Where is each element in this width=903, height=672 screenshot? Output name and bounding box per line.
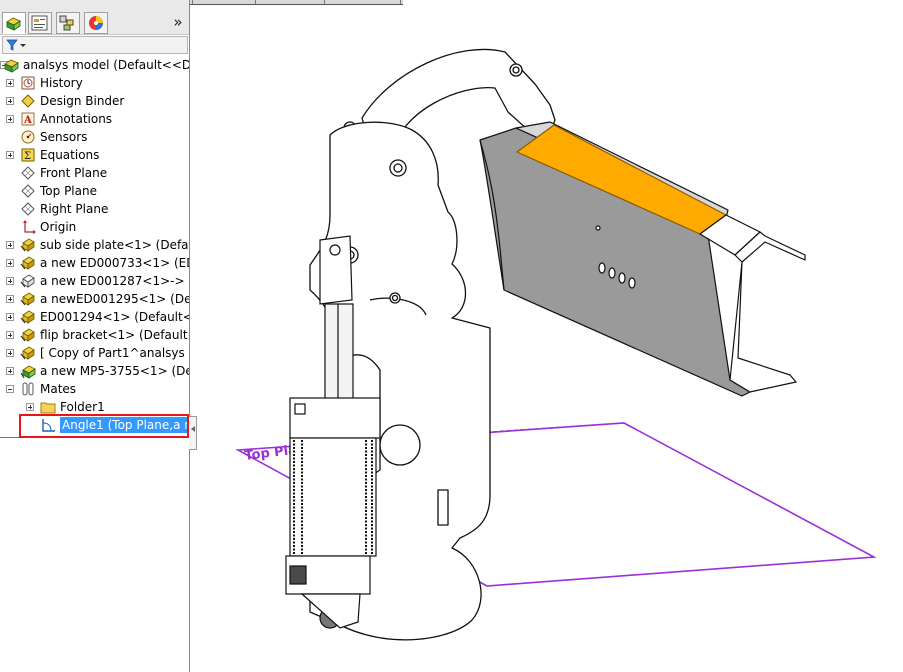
sensors-icon [20, 129, 36, 145]
tree-item[interactable]: sub side plate<1> (Default< [0, 236, 189, 254]
part-icon [20, 291, 36, 307]
expand-icon[interactable] [26, 403, 34, 411]
expand-icon[interactable] [6, 151, 14, 159]
tree-item-label: History [40, 76, 83, 90]
expand-tabs-chevron-icon[interactable]: » [170, 12, 186, 32]
tree-item-label: analsys model (Default<<Defa [23, 58, 189, 72]
mates-icon [20, 381, 36, 397]
tree-item-label: Front Plane [40, 166, 108, 180]
origin-icon [20, 219, 36, 235]
tree-item[interactable]: Sensors [0, 128, 189, 146]
manager-tab-bar: » [0, 0, 189, 35]
feature-manager-panel: » analsys model (Default<<Defa History Des… [0, 0, 197, 672]
tree-item-label: Origin [40, 220, 77, 234]
part-icon [20, 345, 36, 361]
design-binder-icon [20, 93, 36, 109]
tree-item-label: a new ED001287<1>-> x (ED [40, 274, 189, 288]
property-icon [31, 15, 48, 31]
tree-item[interactable]: a new MP5-3755<1> (Defau [0, 362, 189, 380]
propertymanager-tab[interactable] [28, 12, 52, 34]
tree-item[interactable]: ED001294<1> (Default<<De [0, 308, 189, 326]
assembly-icon [3, 57, 19, 73]
expand-icon[interactable] [6, 367, 14, 375]
plane-icon [20, 165, 36, 181]
expand-icon[interactable] [6, 331, 14, 339]
tree-item-label: sub side plate<1> (Default< [40, 238, 189, 252]
tree-item-label: flip bracket<1> (Default<<D [40, 328, 189, 342]
feature-tree-icon [6, 17, 21, 31]
part-icon [20, 327, 36, 343]
tree-item-label: ED001294<1> (Default<<De [40, 310, 189, 324]
tree-item[interactable]: a new ED001287<1>-> x (ED [0, 272, 189, 290]
svg-text:Σ: Σ [24, 151, 31, 162]
tree-item-label: Right Plane [40, 202, 109, 216]
displaymanager-tab[interactable] [84, 12, 108, 34]
tree-item-label: Design Binder [40, 94, 125, 108]
expand-icon[interactable] [6, 277, 14, 285]
folder-icon [40, 399, 56, 415]
filter-icon[interactable] [6, 38, 28, 52]
tree-item-label: a new MP5-3755<1> (Defau [40, 364, 189, 378]
tree-item[interactable]: flip bracket<1> (Default<<D [0, 326, 189, 344]
selected-item-highlight-outline [19, 414, 189, 438]
expand-icon[interactable] [6, 259, 14, 267]
tree-item-label: Annotations [40, 112, 113, 126]
tree-item[interactable]: [ Copy of Part1^analsys mo [0, 344, 189, 362]
tree-item[interactable]: a newED001295<1> (Defaul [0, 290, 189, 308]
tree-item[interactable]: Σ Equations [0, 146, 189, 164]
tree-item-label: Top Plane [40, 184, 97, 198]
expand-icon[interactable] [6, 241, 14, 249]
expand-icon[interactable] [6, 79, 14, 87]
tree-item[interactable]: Top Plane [0, 182, 189, 200]
part-icon [20, 255, 36, 271]
expand-icon[interactable] [6, 313, 14, 321]
tree-connector-line [0, 437, 19, 438]
tree-item[interactable]: analsys model (Default<<Defa [0, 56, 189, 74]
expand-icon[interactable] [6, 349, 14, 357]
tree-item[interactable]: History [0, 74, 189, 92]
configuration-icon [59, 15, 74, 31]
tree-item[interactable]: Front Plane [0, 164, 189, 182]
tree-item[interactable]: Design Binder [0, 92, 189, 110]
tree-item-label: [ Copy of Part1^analsys mo [40, 346, 189, 360]
expand-icon[interactable] [6, 97, 14, 105]
graphics-area[interactable]: Top Plane [190, 0, 903, 672]
tree-item-label: Mates [40, 382, 77, 396]
appearance-icon [89, 16, 103, 30]
expand-icon[interactable] [6, 295, 14, 303]
tree-item[interactable]: a new ED000733<1> (ED000 [0, 254, 189, 272]
tree-item[interactable]: Origin [0, 218, 189, 236]
annotations-icon: A [20, 111, 36, 127]
expand-icon[interactable] [6, 115, 14, 123]
collapse-icon[interactable] [6, 385, 14, 393]
part-icon-white [20, 273, 36, 289]
featuremanager-tab[interactable] [2, 12, 26, 34]
tree-item[interactable]: Right Plane [0, 200, 189, 218]
subassembly-icon [20, 363, 36, 379]
flip-bracket-part[interactable] [479, 121, 806, 397]
tree-item[interactable]: A Annotations [0, 110, 189, 128]
plane-icon [20, 183, 36, 199]
part-icon [20, 309, 36, 325]
tree-item-label: Sensors [40, 130, 88, 144]
svg-text:A: A [23, 115, 32, 126]
tree-item-label: Equations [40, 148, 100, 162]
tree-item-label: a new ED000733<1> (ED000 [40, 256, 189, 270]
tree-item[interactable]: Mates [0, 380, 189, 398]
history-icon [20, 75, 36, 91]
plane-icon [20, 201, 36, 217]
tree-item-label: a newED001295<1> (Defaul [40, 292, 189, 306]
tree-filter-bar[interactable] [2, 36, 188, 54]
configurationmanager-tab[interactable] [56, 12, 80, 34]
equations-icon: Σ [20, 147, 36, 163]
part-icon [20, 237, 36, 253]
